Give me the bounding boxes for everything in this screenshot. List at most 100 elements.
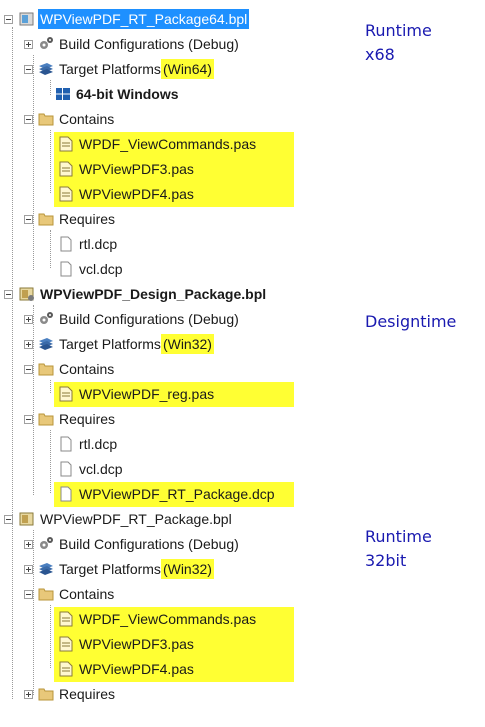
annotation-line: 32bit xyxy=(365,551,407,570)
target-platform-value: (Win64) xyxy=(160,59,214,79)
file-node[interactable]: WPViewPDF4.pas xyxy=(58,184,196,204)
pas-file-icon xyxy=(58,161,74,177)
file-node[interactable]: WPDF_ViewCommands.pas xyxy=(58,609,258,629)
contains-label: Contains xyxy=(59,586,115,602)
folder-icon xyxy=(38,411,54,427)
build-config-label: Build Configurations (Debug) xyxy=(59,536,239,552)
tree-guide xyxy=(50,605,51,668)
tree-guide xyxy=(50,230,51,268)
platforms-icon xyxy=(38,561,54,577)
target-platform-value: (Win32) xyxy=(160,334,214,354)
collapse-toggle[interactable] xyxy=(24,214,33,224)
build-config-node[interactable]: Build Configurations (Debug) xyxy=(24,534,241,554)
package-node[interactable]: WPViewPDF_RT_Package64.bpl xyxy=(4,9,250,29)
folder-icon xyxy=(38,211,54,227)
platforms-icon xyxy=(38,61,54,77)
package-icon xyxy=(19,11,35,27)
windows-icon xyxy=(55,86,71,102)
annotation-designtime: Designtime xyxy=(365,310,456,334)
file-name: WPViewPDF4.pas xyxy=(79,186,194,202)
dcp-name: rtl.dcp xyxy=(79,236,118,252)
dcp-file-icon xyxy=(58,261,74,277)
requires-node[interactable]: Requires xyxy=(24,209,117,229)
package-icon xyxy=(19,286,35,302)
pas-file-icon xyxy=(58,661,74,677)
tree-guide xyxy=(12,27,13,699)
file-name: WPViewPDF3.pas xyxy=(79,636,194,652)
target-platforms-node[interactable]: Target Platforms (Win32) xyxy=(24,559,214,579)
file-name: WPViewPDF3.pas xyxy=(79,161,194,177)
build-config-label: Build Configurations (Debug) xyxy=(59,311,239,327)
collapse-toggle[interactable] xyxy=(24,64,33,74)
requires-node[interactable]: Requires xyxy=(24,409,117,429)
collapse-toggle[interactable] xyxy=(4,14,13,24)
expand-toggle[interactable] xyxy=(24,39,33,49)
expand-toggle[interactable] xyxy=(24,539,33,549)
annotation-line: Runtime xyxy=(365,21,432,40)
pas-file-icon xyxy=(58,186,74,202)
package-name: WPViewPDF_Design_Package.bpl xyxy=(40,286,267,302)
dcp-node[interactable]: vcl.dcp xyxy=(58,459,125,479)
file-node[interactable]: WPDF_ViewCommands.pas xyxy=(58,134,258,154)
target-platforms-label: Target Platforms xyxy=(59,336,161,352)
collapse-toggle[interactable] xyxy=(24,114,33,124)
annotation-line: x68 xyxy=(365,45,395,64)
file-node[interactable]: WPViewPDF3.pas xyxy=(58,159,196,179)
tree-guide xyxy=(50,380,51,393)
collapse-toggle[interactable] xyxy=(4,289,13,299)
file-name: WPDF_ViewCommands.pas xyxy=(79,611,257,627)
package-node[interactable]: WPViewPDF_RT_Package.bpl xyxy=(4,509,234,529)
contains-node[interactable]: Contains xyxy=(24,584,116,604)
dcp-node[interactable]: vcl.dcp xyxy=(58,259,125,279)
package-node[interactable]: WPViewPDF_Design_Package.bpl xyxy=(4,284,268,304)
target-platform-value: (Win32) xyxy=(160,559,214,579)
requires-label: Requires xyxy=(59,686,116,702)
target-platforms-node[interactable]: Target Platforms (Win32) xyxy=(24,334,214,354)
annotation-line: Designtime xyxy=(365,312,457,331)
file-node[interactable]: WPViewPDF_reg.pas xyxy=(58,384,216,404)
requires-label: Requires xyxy=(59,411,116,427)
tree-guide xyxy=(33,55,34,270)
collapse-toggle[interactable] xyxy=(24,589,33,599)
dcp-file-icon xyxy=(58,436,74,452)
collapse-toggle[interactable] xyxy=(24,414,33,424)
platform-node[interactable]: 64-bit Windows xyxy=(55,84,181,104)
expand-toggle[interactable] xyxy=(24,689,33,699)
dcp-file-icon xyxy=(58,486,74,502)
platform-label: 64-bit Windows xyxy=(76,86,179,102)
expand-toggle[interactable] xyxy=(24,314,33,324)
expand-toggle[interactable] xyxy=(24,564,33,574)
file-node[interactable]: WPViewPDF3.pas xyxy=(58,634,196,654)
dcp-name: vcl.dcp xyxy=(79,261,123,277)
dcp-node[interactable]: WPViewPDF_RT_Package.dcp xyxy=(58,484,277,504)
contains-node[interactable]: Contains xyxy=(24,109,116,129)
file-node[interactable]: WPViewPDF4.pas xyxy=(58,659,196,679)
platforms-icon xyxy=(38,336,54,352)
file-name: WPDF_ViewCommands.pas xyxy=(79,136,257,152)
package-name: WPViewPDF_RT_Package.bpl xyxy=(40,511,232,527)
collapse-toggle[interactable] xyxy=(24,364,33,374)
contains-label: Contains xyxy=(59,361,115,377)
pas-file-icon xyxy=(58,136,74,152)
contains-label: Contains xyxy=(59,111,115,127)
requires-node[interactable]: Requires xyxy=(24,684,117,704)
dcp-name: WPViewPDF_RT_Package.dcp xyxy=(79,486,275,502)
dcp-file-icon xyxy=(58,236,74,252)
package-name: WPViewPDF_RT_Package64.bpl xyxy=(38,9,250,29)
build-config-label: Build Configurations (Debug) xyxy=(59,36,239,52)
contains-node[interactable]: Contains xyxy=(24,359,116,379)
collapse-toggle[interactable] xyxy=(4,514,13,524)
file-name: WPViewPDF4.pas xyxy=(79,661,194,677)
project-tree: WPViewPDF_RT_Package64.bpl Build Configu… xyxy=(0,0,485,727)
build-config-node[interactable]: Build Configurations (Debug) xyxy=(24,34,241,54)
tree-guide xyxy=(50,130,51,193)
folder-icon xyxy=(38,686,54,702)
build-config-node[interactable]: Build Configurations (Debug) xyxy=(24,309,241,329)
dcp-node[interactable]: rtl.dcp xyxy=(58,234,119,254)
gear-icon xyxy=(38,311,54,327)
target-platforms-node[interactable]: Target Platforms (Win64) xyxy=(24,59,214,79)
expand-toggle[interactable] xyxy=(24,339,33,349)
dcp-node[interactable]: rtl.dcp xyxy=(58,434,119,454)
annotation-runtime64: Runtime x68 xyxy=(365,19,432,67)
requires-label: Requires xyxy=(59,211,116,227)
